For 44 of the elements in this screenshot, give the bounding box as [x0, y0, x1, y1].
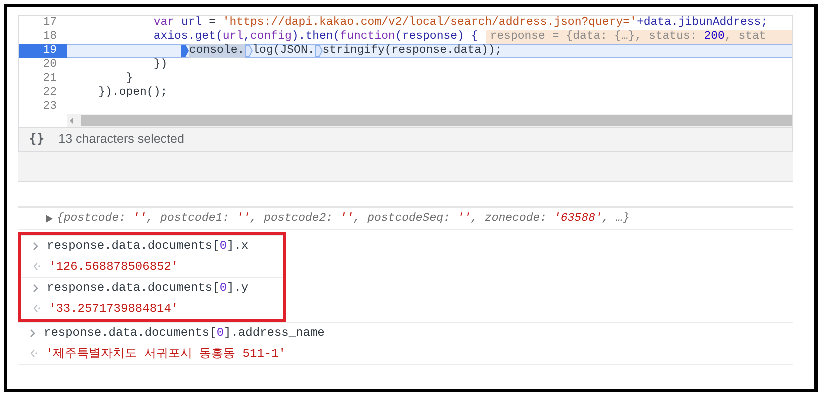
console-command: response.data.documents[0].address_name	[44, 325, 325, 342]
code-text: log(JSON.	[252, 44, 315, 58]
result-arrow-icon	[30, 349, 38, 358]
code-text: =	[209, 16, 217, 30]
expand-triangle-icon[interactable]	[46, 214, 53, 222]
line-number[interactable]: 23	[19, 100, 67, 114]
code-text: function	[340, 30, 396, 44]
code-text: config	[250, 30, 292, 44]
console-result: '126.568878506852'	[49, 258, 179, 276]
selection-status: 13 characters selected	[58, 131, 184, 148]
code-text: url	[222, 30, 244, 44]
prompt-chevron-icon	[30, 328, 36, 338]
line-number[interactable]: 19	[19, 44, 67, 58]
code-text: console.	[189, 44, 245, 58]
code-text: 'https://dapi.kakao.com/v2/local/search/address.json?query='	[222, 16, 637, 30]
code-text: }	[126, 72, 134, 86]
code-text: ).then(	[292, 30, 340, 44]
code-text: stringify(response.data));	[322, 44, 502, 58]
prompt-chevron-icon	[33, 242, 39, 250]
line-number[interactable]: 17	[19, 16, 67, 30]
code-text: +data.jibunAddress;	[636, 16, 768, 30]
code-text: (response) {	[395, 30, 478, 44]
horizontal-scrollbar[interactable]	[67, 114, 792, 127]
line-number[interactable]: 20	[19, 58, 67, 72]
code-text: ,	[244, 30, 250, 44]
inline-value-hint: response = {data: {…}, status: 200, stat	[486, 30, 792, 44]
code-text: url	[181, 16, 202, 30]
line-number[interactable]: 22	[19, 86, 67, 100]
prompt-chevron-icon	[33, 284, 39, 292]
result-arrow-icon	[33, 262, 41, 271]
console-command: response.data.documents[0].x	[47, 238, 249, 255]
console-result: '제주특별자치도 서귀포시 동홍동 511-1'	[46, 346, 286, 362]
code-text: }).open();	[98, 86, 168, 100]
result-arrow-icon	[33, 304, 41, 313]
pretty-print-button[interactable]: {}	[29, 130, 45, 150]
line-number[interactable]: 18	[19, 30, 67, 44]
breakpoint-marker-icon[interactable]	[314, 45, 323, 57]
console-result: '33.2571739884814'	[49, 300, 179, 318]
code-text: })	[154, 58, 168, 72]
line-number[interactable]: 21	[19, 72, 67, 86]
console-command: response.data.documents[0].y	[47, 280, 249, 297]
object-preview[interactable]: {postcode: '', postcode1: '', postcode2: '', postcodeSeq: '', zonecode: '63588', …}	[57, 210, 630, 228]
code-text: var	[154, 16, 176, 30]
code-text: axios.get(	[154, 30, 223, 44]
